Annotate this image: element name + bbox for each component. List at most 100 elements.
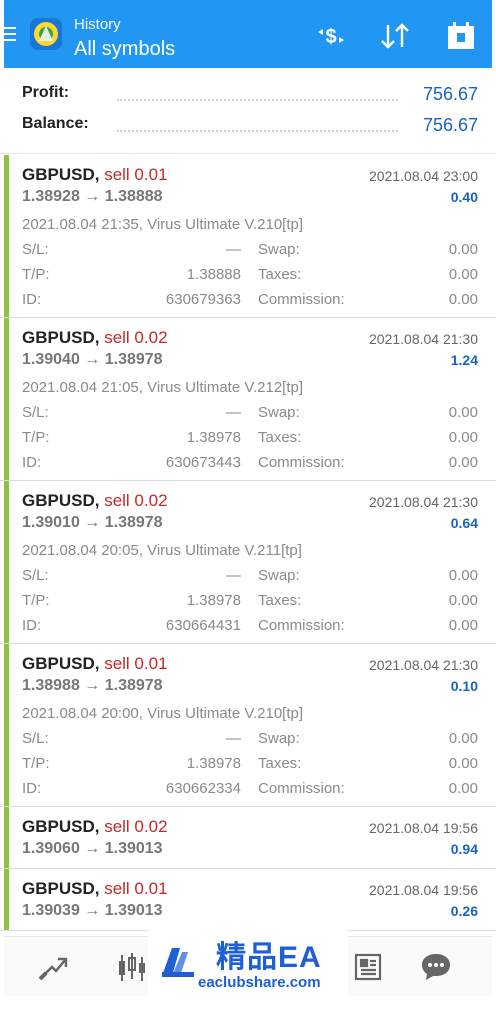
sl-value: — — [226, 404, 241, 421]
deal-item[interactable]: GBPUSD, sell 0.02 1.39010 → 1.38978 2021… — [0, 481, 496, 644]
tp-label: T/P: — [22, 755, 50, 772]
svg-text:$: $ — [325, 26, 336, 48]
deal-symbol: GBPUSD, sell 0.01 — [22, 879, 168, 898]
taxes-label: Taxes: — [258, 755, 302, 772]
sort-icon[interactable] — [378, 19, 412, 53]
deal-status-bar — [4, 807, 9, 868]
deal-profit: 1.24 — [450, 352, 478, 368]
tp-value: 1.38888 — [186, 266, 241, 283]
commission-value: 0.00 — [448, 291, 478, 308]
balance-row: Balance: 756.67 — [22, 115, 478, 139]
deal-profit: 0.40 — [450, 189, 478, 205]
deal-comment: 2021.08.04 21:05, Virus Ultimate V.212[t… — [22, 379, 304, 396]
chart-icon[interactable] — [114, 949, 150, 985]
deal-profit: 0.94 — [450, 841, 478, 857]
deal-status-bar — [4, 318, 9, 480]
taxes-label: Taxes: — [258, 266, 302, 283]
sl-value: — — [226, 241, 241, 258]
taxes-value: 0.00 — [448, 755, 478, 772]
swap-value: 0.00 — [448, 404, 478, 421]
deal-status-bar — [4, 869, 9, 930]
deal-prices: 1.39040 → 1.38978 — [22, 351, 163, 368]
header-subtitle[interactable]: All symbols — [74, 38, 175, 61]
commission-value: 0.00 — [448, 617, 478, 634]
tp-value: 1.38978 — [186, 592, 241, 609]
deal-item[interactable]: GBPUSD, sell 0.02 1.39040 → 1.38978 2021… — [0, 318, 496, 481]
dotted-leader — [117, 99, 398, 101]
sl-label: S/L: — [22, 567, 49, 584]
chat-icon[interactable] — [418, 949, 454, 985]
commission-label: Commission: — [258, 780, 345, 797]
deals-list: GBPUSD, sell 0.01 1.38928 → 1.38888 2021… — [0, 155, 496, 931]
id-value: 630662334 — [165, 780, 241, 797]
taxes-value: 0.00 — [448, 266, 478, 283]
tp-label: T/P: — [22, 592, 50, 609]
sl-label: S/L: — [22, 241, 49, 258]
deal-time: 2021.08.04 21:30 — [369, 657, 478, 673]
tp-label: T/P: — [22, 266, 50, 283]
deal-prices: 1.38928 → 1.38888 — [22, 188, 163, 205]
commission-label: Commission: — [258, 454, 345, 471]
id-label: ID: — [22, 454, 42, 471]
deal-item[interactable]: GBPUSD, sell 0.01 1.38928 → 1.38888 2021… — [0, 155, 496, 318]
app-logo-icon[interactable] — [26, 14, 66, 54]
deal-type: sell 0.02 — [104, 817, 168, 836]
sl-value: — — [226, 730, 241, 747]
id-label: ID: — [22, 617, 42, 634]
id-value: 630679363 — [165, 291, 241, 308]
sl-label: S/L: — [22, 404, 49, 421]
deal-status-bar — [4, 155, 9, 317]
deal-profit: 0.64 — [450, 515, 478, 531]
deal-prices: 1.39039 → 1.39013 — [22, 902, 163, 919]
watermark-logo — [158, 942, 198, 982]
deal-status-bar — [4, 644, 9, 806]
commission-value: 0.00 — [448, 780, 478, 797]
deal-time: 2021.08.04 19:56 — [369, 820, 478, 836]
deal-comment: 2021.08.04 20:00, Virus Ultimate V.210[t… — [22, 705, 304, 722]
dotted-leader — [117, 130, 398, 132]
taxes-value: 0.00 — [448, 592, 478, 609]
deal-status-bar — [4, 481, 9, 643]
news-icon[interactable] — [350, 949, 386, 985]
profit-row: Profit: 756.67 — [22, 84, 478, 108]
calendar-icon[interactable] — [444, 19, 478, 53]
swap-label: Swap: — [258, 404, 300, 421]
profit-label: Profit: — [22, 84, 70, 101]
balance-value: 756.67 — [422, 115, 478, 135]
taxes-label: Taxes: — [258, 429, 302, 446]
swap-label: Swap: — [258, 241, 300, 258]
profit-value: 756.67 — [422, 84, 478, 104]
deal-prices: 1.38988 → 1.38978 — [22, 677, 163, 694]
id-label: ID: — [22, 291, 42, 308]
app-header: History All symbols $ — [4, 0, 492, 68]
swap-label: Swap: — [258, 730, 300, 747]
watermark: 精品EA eaclubshare.com — [148, 928, 348, 1000]
deal-prices: 1.39010 → 1.38978 — [22, 514, 163, 531]
trade-icon[interactable] — [36, 949, 72, 985]
deal-comment: 2021.08.04 21:35, Virus Ultimate V.210[t… — [22, 216, 304, 233]
id-value: 630673443 — [165, 454, 241, 471]
menu-icon[interactable] — [4, 27, 18, 43]
deal-symbol: GBPUSD, sell 0.02 — [22, 817, 168, 836]
deal-symbol: GBPUSD, sell 0.01 — [22, 165, 168, 184]
currency-filter-icon[interactable]: $ — [314, 19, 348, 53]
swap-value: 0.00 — [448, 241, 478, 258]
deal-time: 2021.08.04 21:30 — [369, 494, 478, 510]
deal-item[interactable]: GBPUSD, sell 0.01 1.39039 → 1.39013 2021… — [0, 869, 496, 931]
deal-item[interactable]: GBPUSD, sell 0.01 1.38988 → 1.38978 2021… — [0, 644, 496, 807]
account-summary: Profit: 756.67 Balance: 756.67 — [0, 68, 496, 154]
deal-prices: 1.39060 → 1.39013 — [22, 840, 163, 857]
deal-time: 2021.08.04 23:00 — [369, 168, 478, 184]
deal-profit: 0.26 — [450, 903, 478, 919]
id-value: 630664431 — [165, 617, 241, 634]
sl-value: — — [226, 567, 241, 584]
deal-item[interactable]: GBPUSD, sell 0.02 1.39060 → 1.39013 2021… — [0, 807, 496, 869]
tp-value: 1.38978 — [186, 429, 241, 446]
deal-comment: 2021.08.04 20:05, Virus Ultimate V.211[t… — [22, 542, 302, 559]
deal-type: sell 0.02 — [104, 491, 168, 510]
tp-value: 1.38978 — [186, 755, 241, 772]
deal-type: sell 0.02 — [104, 328, 168, 347]
balance-label: Balance: — [22, 115, 89, 132]
commission-label: Commission: — [258, 617, 345, 634]
deal-type: sell 0.01 — [104, 879, 168, 898]
